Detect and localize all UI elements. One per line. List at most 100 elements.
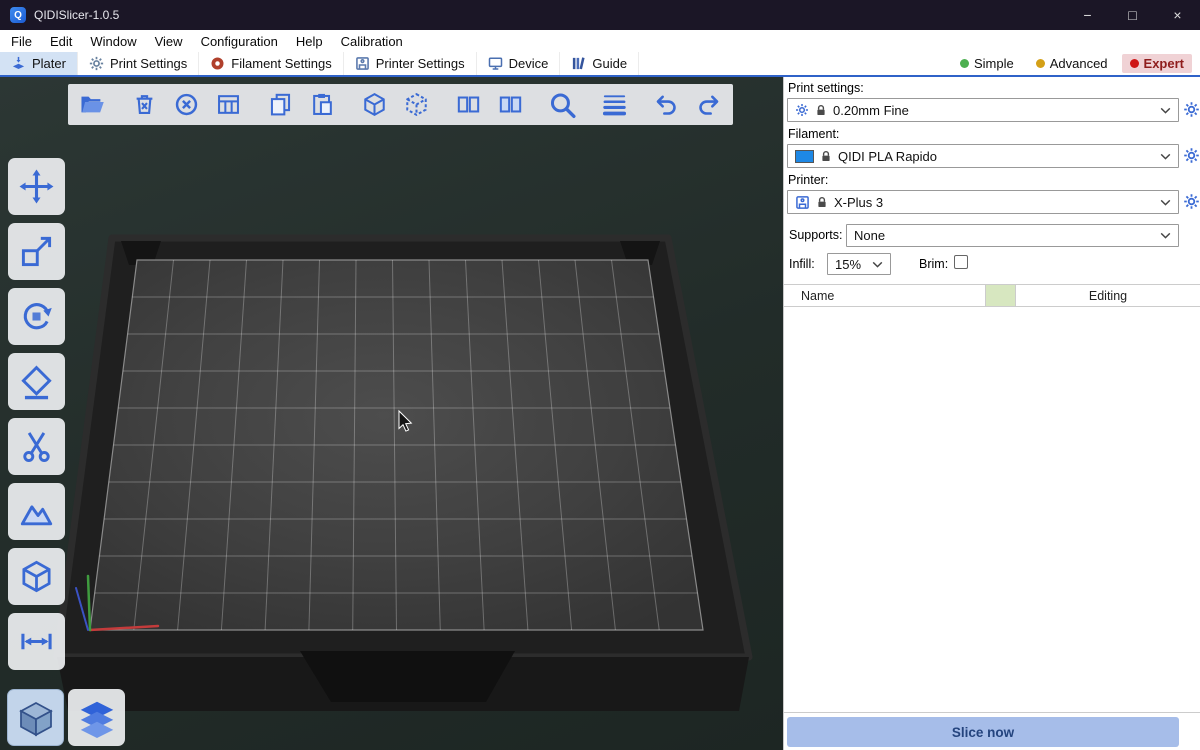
brim-label: Brim: [919, 257, 948, 271]
split-objects-icon [455, 91, 482, 118]
mode-expert-label: Expert [1144, 56, 1184, 71]
print-bed-handle [300, 651, 515, 702]
plater-icon [11, 56, 26, 71]
tab-filament-settings[interactable]: Filament Settings [199, 52, 343, 75]
tab-printer-settings[interactable]: Printer Settings [344, 52, 477, 75]
mode-advanced[interactable]: Advanced [1028, 54, 1116, 73]
undo-button[interactable] [652, 88, 681, 121]
slice-now-button[interactable]: Slice now [787, 717, 1179, 747]
tab-device[interactable]: Device [477, 52, 561, 75]
place-on-face-tool-button[interactable] [8, 353, 65, 410]
rotate-icon [18, 298, 55, 335]
printer-gear-button[interactable] [1182, 193, 1200, 211]
filament-combo[interactable]: QIDI PLA Rapido [787, 144, 1179, 168]
column-extruder [986, 285, 1016, 306]
tab-plater[interactable]: Plater [0, 52, 78, 75]
arrange-button[interactable] [214, 88, 243, 121]
minimize-button[interactable]: − [1065, 0, 1110, 30]
paint-supports-tool-button[interactable] [8, 483, 65, 540]
infill-value: 15% [835, 257, 866, 272]
print-settings-gear-button[interactable] [1182, 101, 1200, 119]
delete-button[interactable] [130, 88, 159, 121]
ruler-tool-button[interactable] [8, 613, 65, 670]
delete-all-button[interactable] [172, 88, 201, 121]
preview-view-button[interactable] [68, 689, 125, 746]
print-settings-combo[interactable]: 0.20mm Fine [787, 98, 1179, 122]
bed-3d-scene[interactable] [0, 77, 783, 750]
printer-combo[interactable]: X-Plus 3 [787, 190, 1179, 214]
trash-icon [131, 91, 158, 118]
mode-expert[interactable]: Expert [1122, 54, 1192, 73]
add-instance-button[interactable] [360, 88, 389, 121]
mode-simple[interactable]: Simple [952, 54, 1022, 73]
settings-sidebar: Print settings: 0.20mm Fine [783, 77, 1200, 750]
advanced-dot-icon [1036, 59, 1045, 68]
measure-tool-button[interactable] [8, 548, 65, 605]
paint-supports-icon [18, 493, 55, 530]
split-parts-icon [497, 91, 524, 118]
filament-gear-button[interactable] [1182, 147, 1200, 165]
filament-label: Filament: [788, 127, 839, 141]
split-to-objects-button[interactable] [454, 88, 483, 121]
guide-books-icon [571, 56, 586, 71]
ruler-icon [18, 623, 55, 660]
copy-icon [267, 91, 294, 118]
plater-toolbar [68, 84, 733, 125]
arrange-icon [215, 91, 242, 118]
print-settings-label: Print settings: [788, 81, 864, 95]
open-project-button[interactable] [78, 88, 107, 121]
app-window: Q QIDISlicer-1.0.5 − □ × File Edit Windo… [0, 0, 1200, 750]
menu-configuration[interactable]: Configuration [192, 30, 287, 52]
print-settings-value: 0.20mm Fine [833, 103, 1154, 118]
menu-help[interactable]: Help [287, 30, 332, 52]
variable-layer-height-button[interactable] [600, 88, 629, 121]
move-tool-button[interactable] [8, 158, 65, 215]
object-list-header: Name Editing [784, 285, 1200, 307]
redo-button[interactable] [694, 88, 723, 121]
supports-combo[interactable]: None [846, 224, 1179, 247]
copy-button[interactable] [266, 88, 295, 121]
window-controls: − □ × [1065, 0, 1200, 30]
infill-combo[interactable]: 15% [827, 253, 891, 275]
paste-button[interactable] [308, 88, 337, 121]
rotate-tool-button[interactable] [8, 288, 65, 345]
editor-3d-cube-icon [16, 698, 56, 738]
split-to-parts-button[interactable] [496, 88, 525, 121]
window-title: QIDISlicer-1.0.5 [34, 8, 119, 22]
gear-icon [1183, 147, 1200, 164]
maximize-button[interactable]: □ [1110, 0, 1155, 30]
mode-advanced-label: Advanced [1050, 56, 1108, 71]
app-logo-icon: Q [10, 7, 26, 23]
viewport-3d [0, 77, 783, 750]
gear-icon [1183, 193, 1200, 210]
menu-edit[interactable]: Edit [41, 30, 81, 52]
tab-device-label: Device [509, 56, 549, 71]
tab-print-settings[interactable]: Print Settings [78, 52, 199, 75]
menu-file[interactable]: File [2, 30, 41, 52]
mode-simple-label: Simple [974, 56, 1014, 71]
simple-dot-icon [960, 59, 969, 68]
object-list-body[interactable] [784, 307, 1200, 713]
lock-icon [816, 196, 828, 209]
paste-icon [309, 91, 336, 118]
menu-window[interactable]: Window [81, 30, 145, 52]
brim-checkbox[interactable] [954, 255, 968, 269]
chevron-down-icon [1160, 232, 1171, 239]
expert-dot-icon [1130, 59, 1139, 68]
editor-view-button[interactable] [7, 689, 64, 746]
search-button[interactable] [548, 88, 577, 121]
menu-view[interactable]: View [146, 30, 192, 52]
scale-tool-button[interactable] [8, 223, 65, 280]
menu-calibration[interactable]: Calibration [332, 30, 412, 52]
tab-plater-label: Plater [32, 56, 66, 71]
tab-guide[interactable]: Guide [560, 52, 639, 75]
device-monitor-icon [488, 56, 503, 71]
filament-color-swatch [795, 150, 814, 163]
chevron-down-icon [1160, 153, 1171, 160]
object-list[interactable]: Name Editing [784, 284, 1200, 713]
cut-tool-button[interactable] [8, 418, 65, 475]
remove-instance-button[interactable] [402, 88, 431, 121]
close-button[interactable]: × [1155, 0, 1200, 30]
print-settings-gear-icon [89, 56, 104, 71]
filament-spool-icon [210, 56, 225, 71]
